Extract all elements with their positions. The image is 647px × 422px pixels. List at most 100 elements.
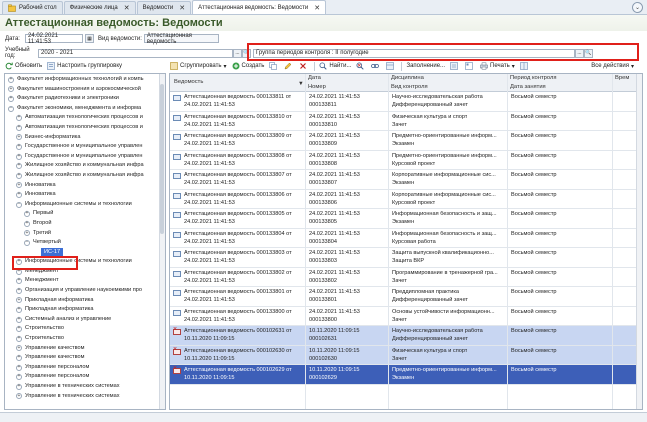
expand-icon[interactable]: +: [16, 354, 22, 362]
expand-icon[interactable]: +: [16, 287, 22, 294]
column-number[interactable]: Номер: [308, 84, 326, 90]
expand-icon[interactable]: +: [24, 220, 30, 227]
column-time[interactable]: Врем: [615, 75, 629, 81]
expand-icon[interactable]: +: [16, 191, 22, 198]
table-row[interactable]: Аттестационная ведомость 000133803 от 24.…: [170, 248, 637, 268]
edit-button[interactable]: [284, 62, 294, 70]
year-input[interactable]: 2020 - 2021: [38, 48, 233, 58]
table-row[interactable]: Аттестационная ведомость 000133804 от 24.…: [170, 229, 637, 248]
expand-icon[interactable]: +: [24, 230, 30, 237]
tree-item[interactable]: + Бизнес-информатика: [5, 133, 165, 143]
close-icon[interactable]: ✕: [314, 4, 320, 12]
expand-icon[interactable]: +: [16, 182, 22, 189]
select-button[interactable]: ...: [233, 48, 242, 58]
settings-list-button[interactable]: [519, 62, 530, 70]
expand-icon[interactable]: +: [16, 114, 22, 122]
tab-statements[interactable]: Ведомости ✕: [136, 1, 192, 14]
expand-icon[interactable]: +: [24, 210, 30, 218]
tree-item[interactable]: + Государственное и муниципальное управле…: [5, 152, 165, 162]
tree-item[interactable]: + Прикладная информатика: [5, 305, 165, 315]
expand-icon[interactable]: +: [16, 162, 22, 170]
expand-icon[interactable]: +: [16, 124, 22, 131]
expand-icon[interactable]: +: [8, 95, 14, 102]
grid-scrollbar[interactable]: [636, 74, 642, 409]
create-button[interactable]: Создать: [232, 62, 264, 70]
tree-item[interactable]: + Инноватика: [5, 190, 165, 200]
tree-item[interactable]: + Управление качеством: [5, 344, 165, 354]
statements-grid[interactable]: Ведомость Дата Номер Дисциплина Вид конт…: [169, 73, 643, 410]
tree-item[interactable]: + Управление персоналом: [5, 363, 165, 373]
tree-item[interactable]: + Жилищное хозяйство и коммунальная инфра: [5, 161, 165, 171]
tree-item[interactable]: + Факультет машиностроения и аэрокосмичес…: [5, 85, 165, 95]
column-doc[interactable]: Ведомость: [174, 79, 203, 85]
tree-item[interactable]: + Управление персоналом: [5, 372, 165, 382]
tree-item[interactable]: + Организация и управление наукоемкими пр…: [5, 286, 165, 296]
table-row[interactable]: Аттестационная ведомость 000133805 от 24.…: [170, 209, 637, 229]
expand-icon[interactable]: +: [16, 277, 22, 285]
expand-icon[interactable]: +: [16, 325, 22, 333]
table-row[interactable]: Аттестационная ведомость 000133811 от 24.…: [170, 92, 637, 112]
expand-icon[interactable]: +: [16, 335, 22, 342]
table-row[interactable]: Аттестационная ведомость 000133810 от 24.…: [170, 112, 637, 131]
search-cancel-button[interactable]: [356, 62, 366, 70]
table-row[interactable]: Аттестационная ведомость 000133806 от 24.…: [170, 190, 637, 209]
journal-button[interactable]: [465, 62, 475, 70]
tree-item[interactable]: + Строительство: [5, 324, 165, 334]
refresh-button[interactable]: Обновить: [5, 62, 42, 70]
structure-button[interactable]: [386, 62, 396, 70]
expand-icon[interactable]: +: [16, 364, 22, 371]
expand-icon[interactable]: +: [16, 143, 22, 150]
close-icon[interactable]: ✕: [124, 4, 130, 12]
expand-icon[interactable]: +: [16, 306, 22, 314]
expand-icon[interactable]: +: [16, 383, 22, 390]
date-input[interactable]: 24.02.2021 11:41:53: [25, 33, 83, 45]
print-button[interactable]: Печать ▾: [480, 62, 515, 70]
tree-item[interactable]: + Третий: [5, 229, 165, 239]
copy-button[interactable]: [269, 62, 279, 70]
tree-item[interactable]: + Инноватика: [5, 181, 165, 191]
tree-scrollbar[interactable]: [159, 74, 165, 409]
find-button[interactable]: Найти...: [319, 62, 351, 70]
tree-item[interactable]: + Факультет информационных технологий и к…: [5, 75, 165, 85]
table-row[interactable]: Аттестационная ведомость 000102629 от 10.…: [170, 365, 637, 385]
expand-icon[interactable]: +: [8, 76, 14, 83]
expand-icon[interactable]: +: [16, 345, 22, 352]
column-lesson-date[interactable]: Дата занятия: [510, 84, 546, 90]
table-row[interactable]: Аттестационная ведомость 000133801 от 24.…: [170, 287, 637, 307]
column-period[interactable]: Период контроля: [510, 75, 556, 81]
tab-attestation-statements[interactable]: Аттестационная ведомость: Ведомости ✕: [192, 0, 327, 14]
tree-item[interactable]: + Управление в технических системах: [5, 382, 165, 392]
tab-individuals[interactable]: Физические лица ✕: [63, 1, 136, 14]
tree-item[interactable]: + Второй: [5, 219, 165, 229]
table-row[interactable]: Аттестационная ведомость 000133800 от 24.…: [170, 307, 637, 326]
tree-item[interactable]: + Прикладная информатика: [5, 296, 165, 306]
column-date[interactable]: Дата: [308, 75, 321, 81]
table-row[interactable]: Аттестационная ведомость 000102631 от 10.…: [170, 326, 637, 346]
tree-item[interactable]: + Управление в технических системах: [5, 392, 165, 402]
tree-item[interactable]: − Четвертый: [5, 238, 165, 248]
faculty-tree[interactable]: + Факультет информационных технологий и к…: [4, 73, 166, 410]
tree-item[interactable]: + Первый: [5, 209, 165, 219]
all-actions-button[interactable]: Все действия ▾: [591, 63, 634, 70]
tree-item[interactable]: + Системный анализ и управление: [5, 315, 165, 325]
table-row[interactable]: Аттестационная ведомость 000133809 от 24.…: [170, 131, 637, 151]
tree-item[interactable]: + Менеджмент: [5, 276, 165, 286]
expand-icon[interactable]: +: [16, 297, 22, 304]
kind-field[interactable]: Аттестационная ведомость: [143, 33, 219, 45]
delete-button[interactable]: [299, 62, 309, 70]
expand-icon[interactable]: +: [16, 153, 22, 160]
tree-item[interactable]: + Автоматизация технологических процессов…: [5, 123, 165, 133]
collapse-icon[interactable]: −: [24, 239, 30, 246]
fill-button[interactable]: Заполнение...: [406, 63, 445, 69]
column-control-kind[interactable]: Вид контроля: [391, 84, 428, 90]
expand-icon[interactable]: +: [16, 393, 22, 400]
link-button[interactable]: [371, 62, 381, 70]
table-row[interactable]: Аттестационная ведомость 000102630 от10.…: [170, 345, 637, 365]
tree-item[interactable]: + Государственное и муниципальное управле…: [5, 142, 165, 152]
report-button[interactable]: [450, 62, 460, 70]
tree-item[interactable]: + Жилищное хозяйство и коммунальная инфра: [5, 171, 165, 181]
expand-icon[interactable]: +: [16, 316, 22, 323]
close-icon[interactable]: ✕: [179, 4, 185, 12]
tree-item[interactable]: − Информационные системы и технологии: [5, 200, 165, 210]
scroll-thumb[interactable]: [160, 84, 164, 234]
